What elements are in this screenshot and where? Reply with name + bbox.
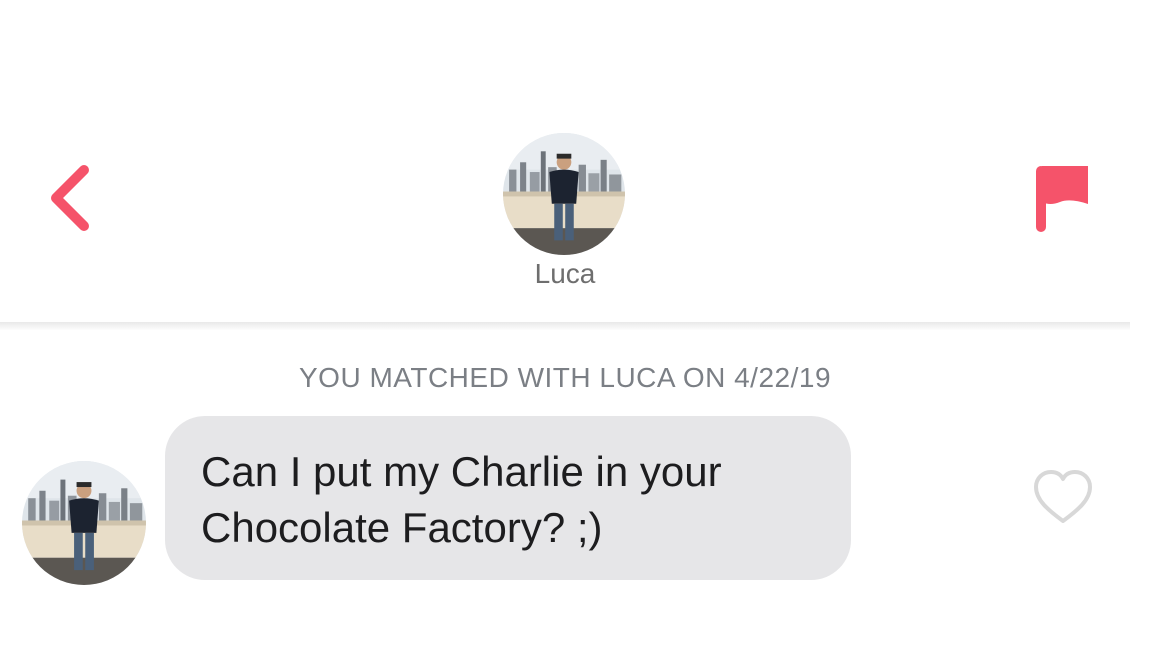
message-text-line: Chocolate Factory? ;): [201, 504, 603, 551]
back-button[interactable]: [40, 160, 100, 236]
report-button[interactable]: [1030, 160, 1094, 240]
flag-icon: [1036, 166, 1088, 232]
header-divider: [0, 322, 1130, 330]
chevron-left-icon: [51, 165, 89, 231]
match-name[interactable]: Luca: [0, 258, 1130, 290]
heart-outline-icon: [1034, 470, 1092, 523]
message-bubble[interactable]: Can I put my Charlie in your Chocolate F…: [165, 416, 851, 580]
like-message-button[interactable]: [1030, 466, 1096, 528]
message-text-line: Can I put my Charlie in your: [201, 448, 722, 495]
match-avatar[interactable]: [503, 133, 625, 255]
match-date-note: YOU MATCHED WITH LUCA ON 4/22/19: [298, 362, 832, 393]
sender-avatar[interactable]: [22, 461, 146, 585]
